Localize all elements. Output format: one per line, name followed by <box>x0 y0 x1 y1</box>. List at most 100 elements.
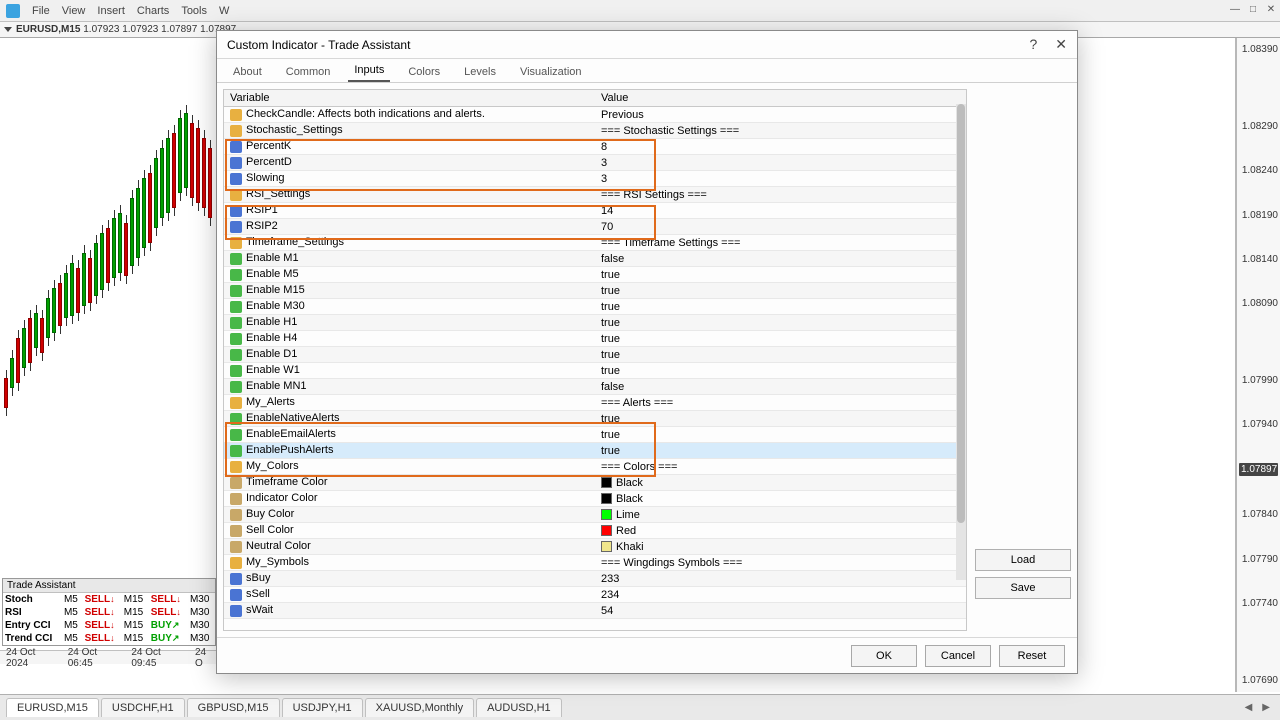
type-icon <box>230 541 242 553</box>
close-window-icon[interactable]: ✕ <box>1262 0 1280 18</box>
param-row[interactable]: Slowing 3 <box>224 171 966 187</box>
menu-file[interactable]: File <box>32 5 50 17</box>
param-row[interactable]: Enable M15 true <box>224 283 966 299</box>
type-icon <box>230 173 242 185</box>
type-icon <box>230 381 242 393</box>
scrollbar[interactable] <box>956 104 966 580</box>
type-icon <box>230 525 242 537</box>
param-row[interactable]: EnableNativeAlerts true <box>224 411 966 427</box>
col-value[interactable]: Value <box>595 90 966 107</box>
dialog-tabs: About Common Inputs Colors Levels Visualizati… <box>217 59 1077 83</box>
param-row[interactable]: Enable M1 false <box>224 251 966 267</box>
menu-view[interactable]: View <box>62 5 86 17</box>
reset-button[interactable]: Reset <box>999 645 1065 667</box>
param-row[interactable]: RSIP1 14 <box>224 203 966 219</box>
param-row[interactable]: Sell Color Red <box>224 523 966 539</box>
param-row[interactable]: Enable M5 true <box>224 267 966 283</box>
param-row[interactable]: Timeframe_Settings === Timeframe Setting… <box>224 235 966 251</box>
tab-scroll-right-icon[interactable]: ▶ <box>1258 700 1274 715</box>
type-icon <box>230 589 242 601</box>
type-icon <box>230 557 242 569</box>
param-row[interactable]: PercentK 8 <box>224 139 966 155</box>
maximize-icon[interactable]: □ <box>1244 0 1262 18</box>
param-row[interactable]: Enable W1 true <box>224 363 966 379</box>
indicator-row: Trend CCI M5SELL M15BUY M30 <box>3 632 215 645</box>
type-icon <box>230 445 242 457</box>
param-row[interactable]: My_Alerts === Alerts === <box>224 395 966 411</box>
param-row[interactable]: Neutral Color Khaki <box>224 539 966 555</box>
menu-tools[interactable]: Tools <box>181 5 207 17</box>
param-row[interactable]: My_Colors === Colors === <box>224 459 966 475</box>
tab-audusd-h1[interactable]: AUDUSD,H1 <box>476 698 562 717</box>
menu-w[interactable]: W <box>219 5 229 17</box>
param-row[interactable]: EnablePushAlerts true <box>224 443 966 459</box>
tab-usdchf-h1[interactable]: USDCHF,H1 <box>101 698 185 717</box>
param-row[interactable]: Timeframe Color Black <box>224 475 966 491</box>
type-icon <box>230 301 242 313</box>
close-icon[interactable]: ✕ <box>1055 36 1067 53</box>
indicator-dialog: Custom Indicator - Trade Assistant ? ✕ A… <box>216 30 1078 674</box>
y-axis: 1.083901.082901.082401.081901.081401.080… <box>1236 38 1280 692</box>
param-row[interactable]: RSI_Settings === RSI Settings === <box>224 187 966 203</box>
tab-usdjpy-h1[interactable]: USDJPY,H1 <box>282 698 363 717</box>
type-icon <box>230 157 242 169</box>
indicator-panel: Trade Assistant Stoch M5SELL M15SELL M30… <box>2 578 216 646</box>
dialog-titlebar[interactable]: Custom Indicator - Trade Assistant ? ✕ <box>217 31 1077 59</box>
type-icon <box>230 253 242 265</box>
minimize-icon[interactable]: — <box>1226 0 1244 18</box>
type-icon <box>230 605 242 617</box>
param-row[interactable]: PercentD 3 <box>224 155 966 171</box>
param-row[interactable]: Enable H4 true <box>224 331 966 347</box>
dlgtab-visualization[interactable]: Visualization <box>514 62 588 82</box>
param-row[interactable]: My_Symbols === Wingdings Symbols === <box>224 555 966 571</box>
load-button[interactable]: Load <box>975 549 1071 571</box>
type-icon <box>230 205 242 217</box>
type-icon <box>230 413 242 425</box>
dlgtab-levels[interactable]: Levels <box>458 62 502 82</box>
param-row[interactable]: sBuy 233 <box>224 571 966 587</box>
param-row[interactable]: CheckCandle: Affects both indications an… <box>224 107 966 123</box>
menu-charts[interactable]: Charts <box>137 5 169 17</box>
type-icon <box>230 317 242 329</box>
param-row[interactable]: sWait 54 <box>224 603 966 619</box>
type-icon <box>230 125 242 137</box>
type-icon <box>230 461 242 473</box>
save-button[interactable]: Save <box>975 577 1071 599</box>
tab-scroll-left-icon[interactable]: ◀ <box>1241 700 1257 715</box>
type-icon <box>230 237 242 249</box>
dlgtab-common[interactable]: Common <box>280 62 337 82</box>
param-row[interactable]: sSell 234 <box>224 587 966 603</box>
tab-gbpusd-m15[interactable]: GBPUSD,M15 <box>187 698 280 717</box>
tab-eurusd-m15[interactable]: EURUSD,M15 <box>6 698 99 717</box>
param-row[interactable]: Enable MN1 false <box>224 379 966 395</box>
dlgtab-inputs[interactable]: Inputs <box>348 60 390 82</box>
col-variable[interactable]: Variable <box>224 90 595 107</box>
param-row[interactable]: Enable D1 true <box>224 347 966 363</box>
param-row[interactable]: Enable H1 true <box>224 315 966 331</box>
app-icon <box>6 4 20 18</box>
type-icon <box>230 509 242 521</box>
indicator-row: RSI M5SELL M15SELL M30 <box>3 606 215 619</box>
indicator-row: Stoch M5SELL M15SELL M30 <box>3 593 215 606</box>
tab-xauusd-monthly[interactable]: XAUUSD,Monthly <box>365 698 474 717</box>
type-icon <box>230 285 242 297</box>
param-row[interactable]: Buy Color Lime <box>224 507 966 523</box>
type-icon <box>230 493 242 505</box>
param-row[interactable]: Enable M30 true <box>224 299 966 315</box>
type-icon <box>230 397 242 409</box>
cancel-button[interactable]: Cancel <box>925 645 991 667</box>
param-row[interactable]: Indicator Color Black <box>224 491 966 507</box>
chart-tabs: EURUSD,M15USDCHF,H1GBPUSD,M15USDJPY,H1XA… <box>0 694 1280 720</box>
dropdown-icon[interactable] <box>4 27 12 32</box>
main-menubar: File View Insert Charts Tools W <box>0 0 1280 22</box>
type-icon <box>230 189 242 201</box>
dlgtab-colors[interactable]: Colors <box>402 62 446 82</box>
param-row[interactable]: Stochastic_Settings === Stochastic Setti… <box>224 123 966 139</box>
type-icon <box>230 477 242 489</box>
ok-button[interactable]: OK <box>851 645 917 667</box>
help-icon[interactable]: ? <box>1029 36 1037 53</box>
menu-insert[interactable]: Insert <box>97 5 125 17</box>
param-row[interactable]: RSIP2 70 <box>224 219 966 235</box>
dlgtab-about[interactable]: About <box>227 62 268 82</box>
param-row[interactable]: EnableEmailAlerts true <box>224 427 966 443</box>
